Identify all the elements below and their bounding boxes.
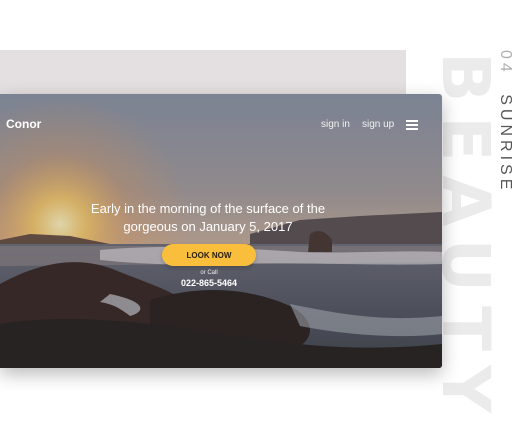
- look-now-button[interactable]: LOOK NOW: [162, 244, 256, 266]
- or-call-label: or Call: [200, 270, 218, 276]
- section-label: 04 SUNRISE: [496, 50, 514, 193]
- section-title: SUNRISE: [497, 94, 514, 194]
- sign-in-link[interactable]: sign in: [321, 119, 350, 130]
- sign-up-link[interactable]: sign up: [362, 119, 394, 130]
- hero-headline: Early in the morning of the surface of t…: [80, 200, 336, 236]
- brand-logo[interactable]: Conor: [6, 117, 41, 131]
- section-number: 04: [497, 50, 514, 76]
- phone-number[interactable]: 022-865-5464: [160, 278, 258, 288]
- headline-line-1: Early in the morning of the surface of t…: [90, 201, 326, 216]
- hamburger-menu-icon[interactable]: [406, 120, 418, 130]
- headline-line-2: gorgeous on January 5, 2017: [123, 219, 293, 234]
